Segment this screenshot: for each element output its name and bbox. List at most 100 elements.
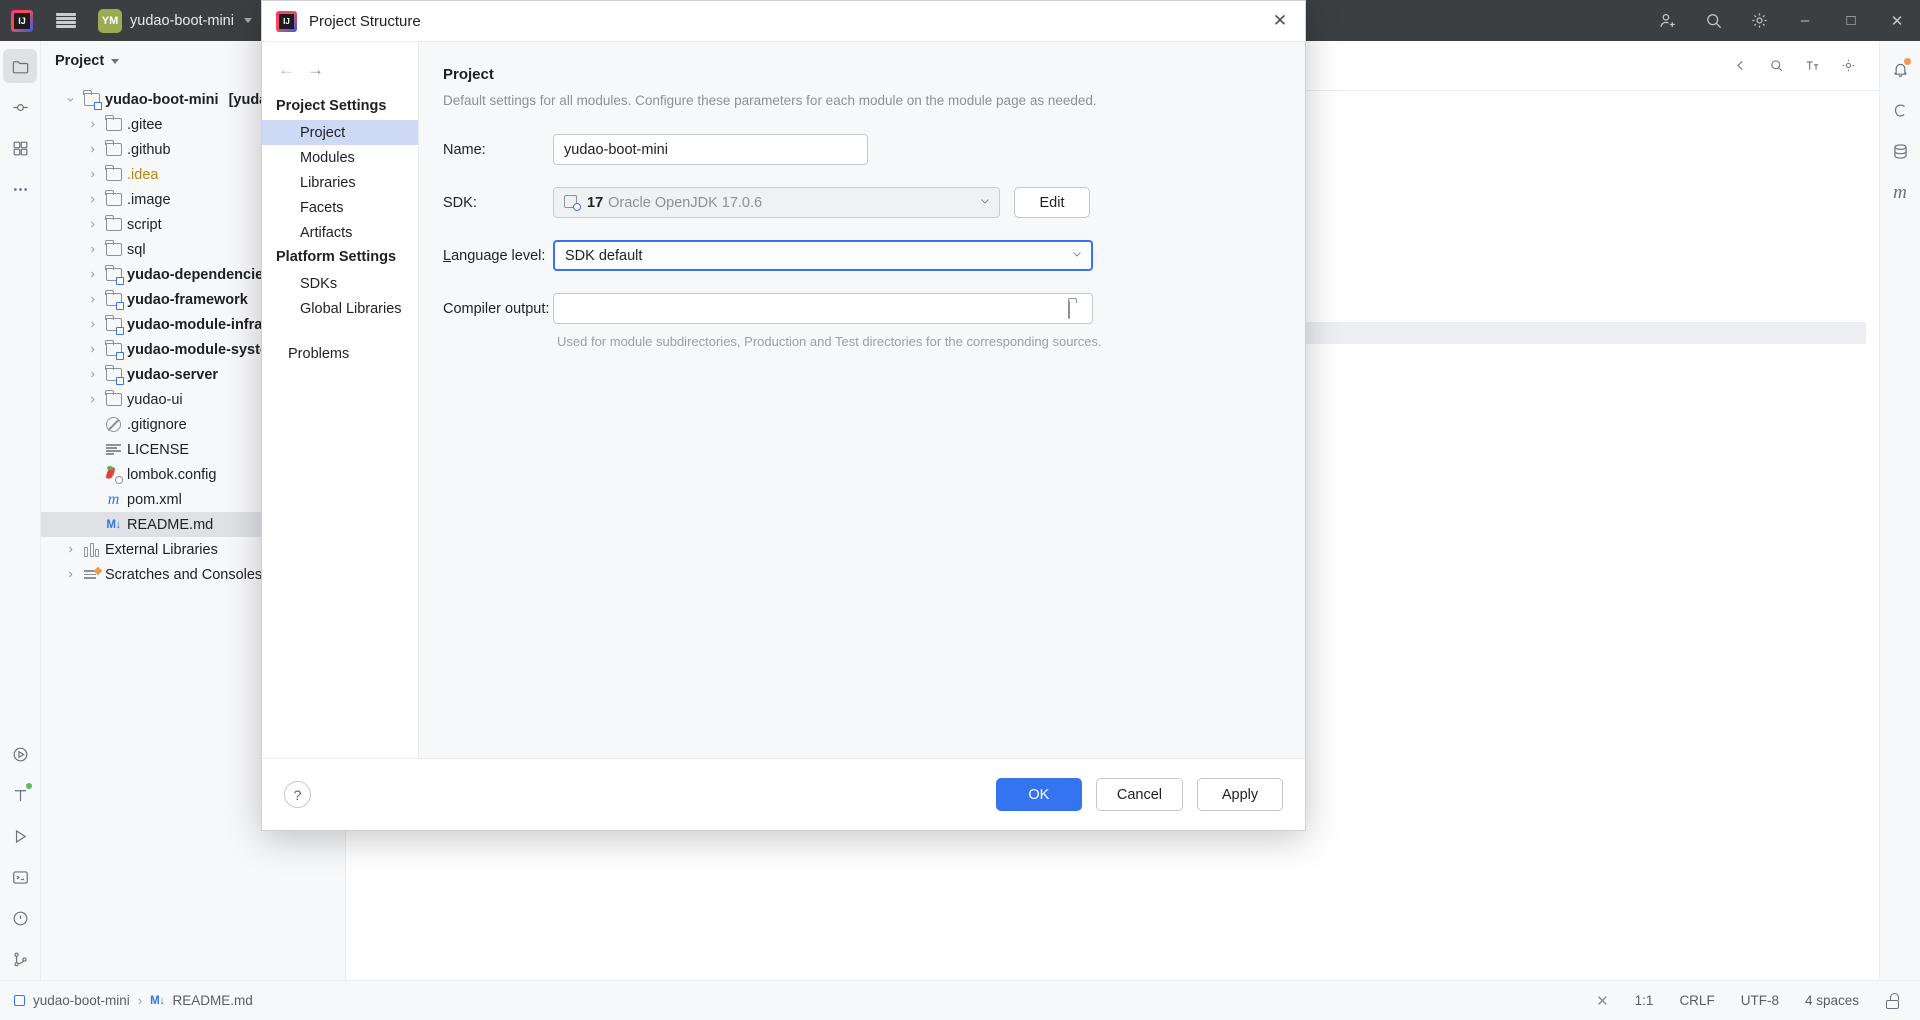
chevron-right-icon[interactable] bbox=[85, 112, 100, 137]
folder-icon[interactable] bbox=[1068, 301, 1084, 319]
line-separator[interactable]: CRLF bbox=[1679, 993, 1714, 1008]
sdk-dropdown[interactable]: 17 Oracle OpenJDK 17.0.6 bbox=[553, 187, 1000, 218]
tree-item-label: .gitignore bbox=[127, 416, 187, 433]
tree-item-label: yudao-ui bbox=[127, 391, 183, 408]
sdk-row: SDK: 17 Oracle OpenJDK 17.0.6 Edit bbox=[443, 187, 1277, 218]
right-tool-rail: m bbox=[1879, 41, 1920, 980]
breadcrumb-item-project[interactable]: yudao-boot-mini bbox=[33, 993, 130, 1008]
font-size-icon[interactable] bbox=[1797, 51, 1827, 81]
tree-item-label: sql bbox=[127, 241, 146, 258]
chevron-down-icon bbox=[979, 195, 991, 211]
arrow-left-icon[interactable]: ← bbox=[278, 60, 295, 80]
maven-icon[interactable]: m bbox=[1880, 172, 1920, 213]
status-bar: yudao-boot-mini › M↓ README.md ✕ 1:1 CRL… bbox=[0, 980, 1920, 1020]
services-run-icon[interactable] bbox=[0, 816, 40, 857]
ai-assistant-icon[interactable] bbox=[1880, 90, 1920, 131]
chevron-right-icon[interactable] bbox=[85, 237, 100, 262]
more-tool-windows-icon[interactable] bbox=[0, 169, 40, 210]
tree-item-label: yudao-framework bbox=[127, 291, 248, 308]
chevron-right-icon[interactable] bbox=[85, 262, 100, 287]
structure-tool-icon[interactable] bbox=[0, 128, 40, 169]
close-icon[interactable]: ✕ bbox=[1265, 6, 1295, 36]
todo-tool-icon[interactable] bbox=[0, 775, 40, 816]
editor-content-placeholder bbox=[1246, 322, 1866, 344]
text-file-icon bbox=[105, 441, 122, 458]
sdk-edit-button[interactable]: Edit bbox=[1014, 187, 1090, 218]
project-selector[interactable]: YM yudao-boot-mini bbox=[88, 0, 262, 41]
help-button[interactable]: ? bbox=[284, 781, 311, 808]
settings-icon[interactable] bbox=[1833, 51, 1863, 81]
intellij-logo-icon bbox=[276, 10, 297, 32]
markdown-file-icon: M↓ bbox=[150, 994, 165, 1007]
nav-section-heading: Platform Settings bbox=[276, 249, 397, 265]
folder-icon bbox=[105, 390, 122, 408]
project-tool-icon[interactable] bbox=[3, 49, 37, 83]
unlocked-icon[interactable] bbox=[1885, 992, 1900, 1009]
terminal-tool-icon[interactable] bbox=[0, 857, 40, 898]
minimize-button[interactable]: – bbox=[1782, 0, 1828, 41]
nav-item-project[interactable]: Project bbox=[262, 120, 418, 145]
breadcrumb-item-file[interactable]: README.md bbox=[173, 993, 253, 1008]
preview-icon[interactable] bbox=[1761, 51, 1791, 81]
nav-item-modules[interactable]: Modules bbox=[262, 145, 418, 170]
dialog-footer: ? OK Cancel Apply bbox=[262, 758, 1305, 830]
compiler-output-input[interactable] bbox=[553, 293, 1093, 324]
nav-item-global-libraries[interactable]: Global Libraries bbox=[262, 296, 418, 321]
search-icon[interactable] bbox=[1690, 0, 1736, 41]
language-level-dropdown[interactable]: SDK default bbox=[553, 240, 1093, 271]
ok-button[interactable]: OK bbox=[995, 778, 1082, 811]
file-encoding[interactable]: UTF-8 bbox=[1741, 993, 1779, 1008]
version-control-icon[interactable] bbox=[0, 939, 40, 980]
database-icon[interactable] bbox=[1880, 131, 1920, 172]
indent-setting[interactable]: 4 spaces bbox=[1805, 993, 1859, 1008]
apply-button[interactable]: Apply bbox=[1197, 778, 1283, 811]
todo-indicator-dot bbox=[26, 783, 32, 789]
language-level-value: SDK default bbox=[565, 247, 643, 264]
chevron-right-icon[interactable] bbox=[85, 137, 100, 162]
settings-gear-icon[interactable] bbox=[1736, 0, 1782, 41]
compiler-output-hint: Used for module subdirectories, Producti… bbox=[557, 334, 1102, 349]
chevron-right-icon[interactable] bbox=[85, 387, 100, 412]
arrow-right-icon[interactable]: → bbox=[307, 60, 324, 80]
hamburger-menu-icon[interactable] bbox=[44, 0, 88, 41]
module-folder-icon bbox=[105, 265, 124, 285]
chevron-right-icon[interactable] bbox=[63, 562, 78, 587]
nav-item-problems[interactable]: Problems bbox=[262, 341, 418, 366]
close-tab-icon[interactable] bbox=[1725, 51, 1755, 81]
intellij-logo-icon[interactable] bbox=[0, 0, 44, 41]
chevron-right-icon[interactable] bbox=[63, 537, 78, 562]
chevron-down-icon[interactable] bbox=[111, 58, 120, 64]
chevron-right-icon[interactable] bbox=[85, 212, 100, 237]
nav-item-artifacts[interactable]: Artifacts bbox=[262, 220, 418, 245]
dialog-nav-list[interactable]: Project Settings Project Modules Libraries F… bbox=[262, 94, 418, 366]
chevron-right-icon[interactable] bbox=[85, 187, 100, 212]
page-title: Project bbox=[443, 66, 494, 83]
maximize-button[interactable]: □ bbox=[1828, 0, 1874, 41]
chevron-right-icon[interactable] bbox=[85, 312, 100, 337]
cancel-button[interactable]: Cancel bbox=[1095, 778, 1183, 811]
run-tool-icon[interactable] bbox=[0, 734, 40, 775]
problems-tool-icon[interactable] bbox=[0, 898, 40, 939]
gitignore-icon bbox=[105, 416, 122, 433]
close-icon[interactable]: ✕ bbox=[1596, 992, 1609, 1010]
tree-item-label: script bbox=[127, 216, 162, 233]
close-window-button[interactable]: ✕ bbox=[1874, 0, 1920, 41]
add-user-icon[interactable] bbox=[1644, 0, 1690, 41]
commit-tool-icon[interactable] bbox=[0, 87, 40, 128]
chevron-down-icon[interactable] bbox=[63, 87, 78, 112]
tree-item-label: Scratches and Consoles bbox=[105, 566, 263, 583]
notifications-bell-icon[interactable] bbox=[1880, 49, 1920, 90]
chevron-right-icon[interactable] bbox=[85, 362, 100, 387]
caret-position[interactable]: 1:1 bbox=[1635, 993, 1654, 1008]
chevron-right-icon[interactable] bbox=[85, 337, 100, 362]
tree-item-label: .gitee bbox=[127, 116, 163, 133]
nav-item-libraries[interactable]: Libraries bbox=[262, 170, 418, 195]
project-name-input[interactable]: yudao-boot-mini bbox=[553, 134, 868, 165]
chevron-right-icon[interactable] bbox=[85, 162, 100, 187]
sdk-vendor-label: Oracle OpenJDK 17.0.6 bbox=[608, 194, 763, 211]
nav-item-facets[interactable]: Facets bbox=[262, 195, 418, 220]
chevron-right-icon[interactable] bbox=[85, 287, 100, 312]
nav-item-sdks[interactable]: SDKs bbox=[262, 271, 418, 296]
